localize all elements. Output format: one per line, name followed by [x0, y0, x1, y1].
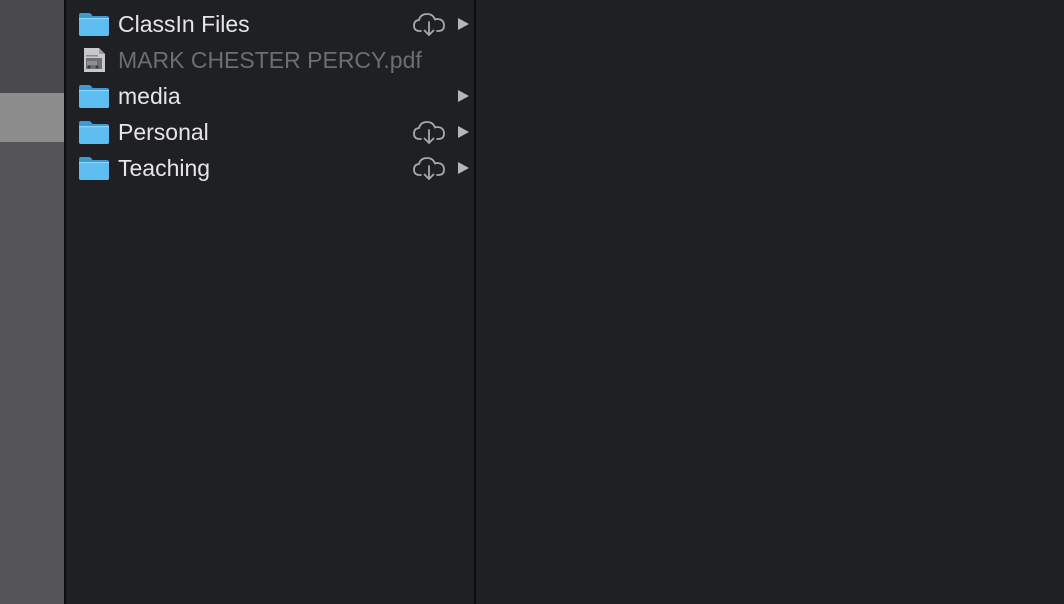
- pdf-document-icon: [78, 47, 110, 73]
- disclosure-arrow-icon[interactable]: [456, 17, 470, 31]
- folder-icon: [78, 11, 110, 37]
- sidebar-section: [0, 0, 64, 93]
- list-item-classin-files[interactable]: ClassIn Files: [66, 6, 474, 42]
- list-item-teaching[interactable]: Teaching: [66, 150, 474, 186]
- cloud-download-icon[interactable]: [412, 11, 446, 37]
- item-label: Personal: [118, 119, 209, 145]
- browser-column: ClassIn Files MARK CHESTER PERCY.pdf med…: [66, 0, 474, 604]
- folder-icon: [78, 155, 110, 181]
- disclosure-arrow-icon[interactable]: [456, 125, 470, 139]
- item-label: ClassIn Files: [118, 11, 250, 37]
- item-label: Teaching: [118, 155, 211, 181]
- item-label: media: [118, 83, 181, 109]
- cloud-download-icon[interactable]: [412, 119, 446, 145]
- disclosure-arrow-icon[interactable]: [456, 89, 470, 103]
- folder-icon: [78, 83, 110, 109]
- folder-icon: [78, 119, 110, 145]
- cloud-download-icon[interactable]: [412, 155, 446, 181]
- sidebar: [0, 0, 64, 604]
- empty-column-pane: [476, 0, 1064, 604]
- list-item-media[interactable]: media: [66, 78, 474, 114]
- item-label: MARK CHESTER PERCY.pdf: [118, 47, 422, 73]
- list-item-personal[interactable]: Personal: [66, 114, 474, 150]
- list-item-mark-chester-percy-pdf[interactable]: MARK CHESTER PERCY.pdf: [66, 42, 474, 78]
- finder-window: ClassIn Files MARK CHESTER PERCY.pdf med…: [0, 0, 1064, 604]
- disclosure-arrow-icon[interactable]: [456, 161, 470, 175]
- file-list: ClassIn Files MARK CHESTER PERCY.pdf med…: [66, 6, 474, 186]
- sidebar-selected-item[interactable]: [0, 93, 64, 142]
